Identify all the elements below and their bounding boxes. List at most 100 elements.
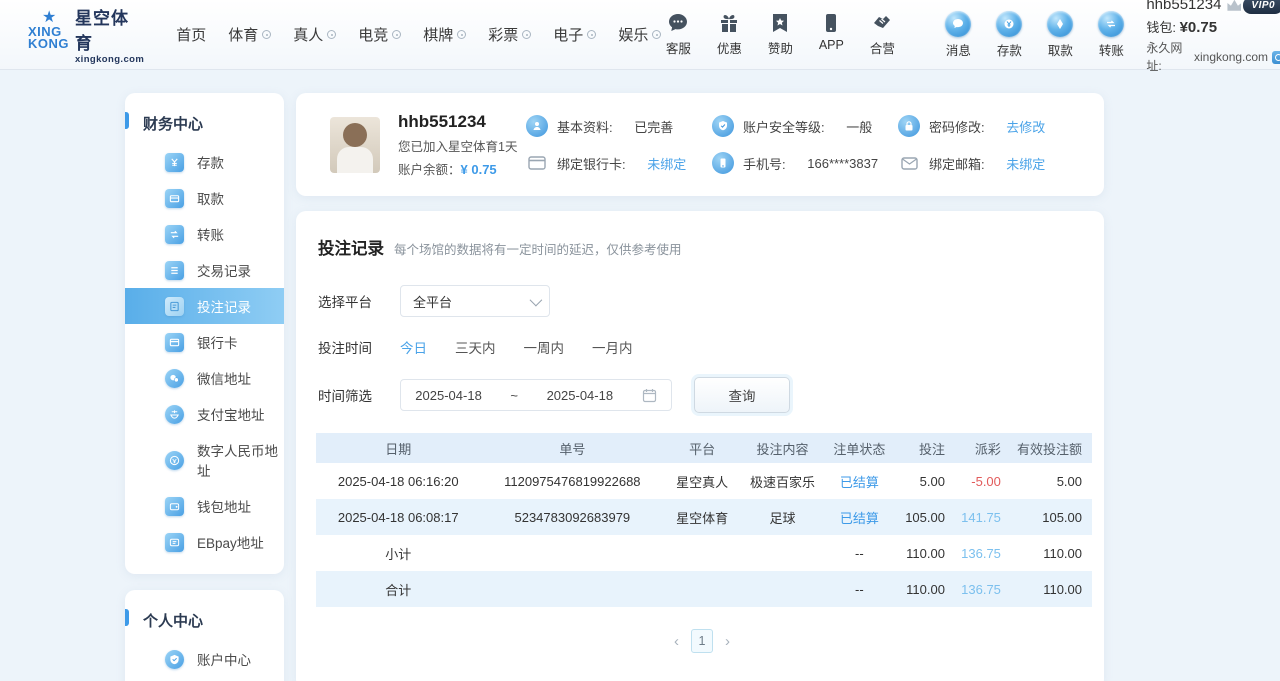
bind-bank-card-link[interactable]: 未绑定 <box>647 154 686 173</box>
sidebar-item-alipay-address[interactable]: 支付宝地址 <box>125 396 284 432</box>
digital-rmb-icon <box>165 451 184 470</box>
time-option-3days[interactable]: 三天内 <box>455 337 496 357</box>
nav-item-lottery[interactable]: 彩票 <box>488 24 531 45</box>
platform-select[interactable]: 全平台 <box>400 285 550 317</box>
table-row: 2025-04-18 06:16:20 1120975476819922688 … <box>316 463 1092 499</box>
col-order-no: 单号 <box>480 433 664 463</box>
nav-item-home[interactable]: 首页 <box>176 24 206 45</box>
sidebar-item-wallet-address[interactable]: 钱包地址 <box>125 488 284 524</box>
time-option-today[interactable]: 今日 <box>400 337 427 357</box>
alipay-icon <box>165 405 184 424</box>
nav-item-sports[interactable]: 体育 <box>228 24 271 45</box>
profile-joined-text: 您已加入星空体育1天 <box>398 136 526 155</box>
user-profile-icon <box>526 115 548 137</box>
dropdown-circle-icon <box>457 30 466 39</box>
main-nav: 首页 体育 真人 电竞 棋牌 彩票 电子 娱乐 <box>176 24 661 45</box>
site-logo[interactable]: ★ XING KONG 星空体育 xingkong.com <box>28 4 144 65</box>
query-button[interactable]: 查询 <box>694 377 790 413</box>
messages-button[interactable]: 消息 <box>941 11 975 59</box>
wallet-address-icon <box>165 497 184 516</box>
sidebar-item-transfer[interactable]: 转账 <box>125 216 284 252</box>
user-info: hhb551234 VIP0 钱包: ¥0.75 永久网址: xingkong.… <box>1146 0 1280 75</box>
subtotal-row: 小计 -- 110.00 136.75 110.00 <box>316 535 1092 571</box>
personal-center-card: 个人中心 账户中心 实时返水 <box>125 590 284 681</box>
promotions-button[interactable]: 优惠 <box>712 11 746 57</box>
table-header-row: 日期 单号 平台 投注内容 注单状态 投注 派彩 有效投注额 <box>316 433 1092 463</box>
sidebar-item-digital-rmb-address[interactable]: 数字人民币地址 <box>125 432 284 488</box>
dropdown-circle-icon <box>652 30 661 39</box>
sidebar-item-bet-records[interactable]: 投注记录 <box>125 288 284 324</box>
prev-page-button[interactable]: ‹ <box>672 633 681 650</box>
password-change-link[interactable]: 去修改 <box>1006 117 1045 136</box>
nav-item-slots[interactable]: 电子 <box>553 24 596 45</box>
customer-service-icon <box>666 11 690 35</box>
withdraw-icon <box>165 189 184 208</box>
col-bet-content: 投注内容 <box>740 433 825 463</box>
sidebar-item-bank-card[interactable]: 银行卡 <box>125 324 284 360</box>
top-navbar: ★ XING KONG 星空体育 xingkong.com 首页 体育 真人 电… <box>0 0 1280 70</box>
bind-email-item: 绑定邮箱: 未绑定 <box>898 152 1084 174</box>
security-level-item: 账户安全等级: 一般 <box>712 115 898 137</box>
date-range-picker[interactable]: 2025-04-18 ~ 2025-04-18 <box>400 379 672 411</box>
date-to[interactable]: 2025-04-18 <box>547 388 614 403</box>
account-center-icon <box>165 650 184 669</box>
bet-records-subtitle: 每个场馆的数据将有一定时间的延迟，仅供参考使用 <box>394 239 682 258</box>
sidebar-item-deposit[interactable]: 存款 <box>125 144 284 180</box>
balance-value: ¥ 0.75 <box>461 162 497 177</box>
time-options: 今日 三天内 一周内 一月内 <box>400 337 633 357</box>
deposit-button[interactable]: 存款 <box>992 11 1026 59</box>
sponsor-button[interactable]: 赞助 <box>763 11 797 57</box>
page-number[interactable]: 1 <box>691 629 713 653</box>
ebpay-icon <box>165 533 184 552</box>
sidebar-item-ebpay-address[interactable]: EBpay地址 <box>125 524 284 560</box>
status-badge: 已结算 <box>825 499 894 535</box>
nav-item-chess[interactable]: 棋牌 <box>423 24 466 45</box>
phone-number-item: 手机号: 166****3837 <box>712 152 898 174</box>
transfer-button[interactable]: 转账 <box>1094 11 1128 59</box>
partnership-icon <box>870 11 894 35</box>
email-outline-icon <box>898 152 920 174</box>
payout-value: 141.75 <box>955 499 1011 535</box>
sidebar-item-transactions[interactable]: 交易记录 <box>125 252 284 288</box>
nav-item-live[interactable]: 真人 <box>293 24 336 45</box>
mobile-app-icon <box>819 11 843 35</box>
status-badge: 已结算 <box>825 463 894 499</box>
bind-email-link[interactable]: 未绑定 <box>1006 154 1045 173</box>
vip-badge: VIP0 <box>1227 0 1280 14</box>
dropdown-circle-icon <box>587 30 596 39</box>
app-download-button[interactable]: APP <box>814 11 848 52</box>
bank-card-outline-icon <box>526 152 548 174</box>
col-platform: 平台 <box>664 433 740 463</box>
sidebar-item-account-center[interactable]: 账户中心 <box>125 641 284 677</box>
sponsor-badge-icon <box>768 11 792 35</box>
vip-crown-icon <box>1227 0 1241 11</box>
withdraw-button[interactable]: 取款 <box>1043 11 1077 59</box>
page: ★ XING KONG 星空体育 xingkong.com 首页 体育 真人 电… <box>0 0 1280 681</box>
sidebar: 财务中心 存款 取款 转账 交易记录 投注记录 <box>125 93 284 681</box>
url-badge-icon[interactable] <box>1272 51 1280 64</box>
partnership-button[interactable]: 合营 <box>865 11 899 57</box>
time-option-week[interactable]: 一周内 <box>524 337 565 357</box>
bet-records-card: 投注记录 每个场馆的数据将有一定时间的延迟，仅供参考使用 选择平台 全平台 投注… <box>296 211 1104 681</box>
logo-cn-text: 星空体育 xingkong.com <box>75 4 144 65</box>
customer-service-button[interactable]: 客服 <box>661 11 695 57</box>
sidebar-item-wechat-address[interactable]: 微信地址 <box>125 360 284 396</box>
time-filter-label: 时间筛选 <box>318 385 382 405</box>
nav-item-entertainment[interactable]: 娱乐 <box>618 24 661 45</box>
deposit-icon <box>165 153 184 172</box>
next-page-button[interactable]: › <box>723 633 732 650</box>
profile-balance: 账户余额：¥ 0.75 <box>398 159 526 178</box>
profile-card: hhb551234 您已加入星空体育1天 账户余额：¥ 0.75 基本资料: 已… <box>296 93 1104 196</box>
date-tilde: ~ <box>510 388 518 403</box>
date-from[interactable]: 2025-04-18 <box>415 388 482 403</box>
toolbar: 客服 优惠 赞助 APP 合营 消息 <box>661 11 1128 59</box>
col-date: 日期 <box>316 433 480 463</box>
bank-card-icon <box>165 333 184 352</box>
calendar-icon <box>642 388 657 403</box>
time-option-month[interactable]: 一月内 <box>592 337 633 357</box>
sidebar-item-withdraw[interactable]: 取款 <box>125 180 284 216</box>
sidebar-item-realtime-rebate[interactable]: 实时返水 <box>125 677 284 681</box>
chevron-down-icon <box>530 293 543 306</box>
nav-item-esports[interactable]: 电竞 <box>358 24 401 45</box>
phone-icon <box>712 152 734 174</box>
